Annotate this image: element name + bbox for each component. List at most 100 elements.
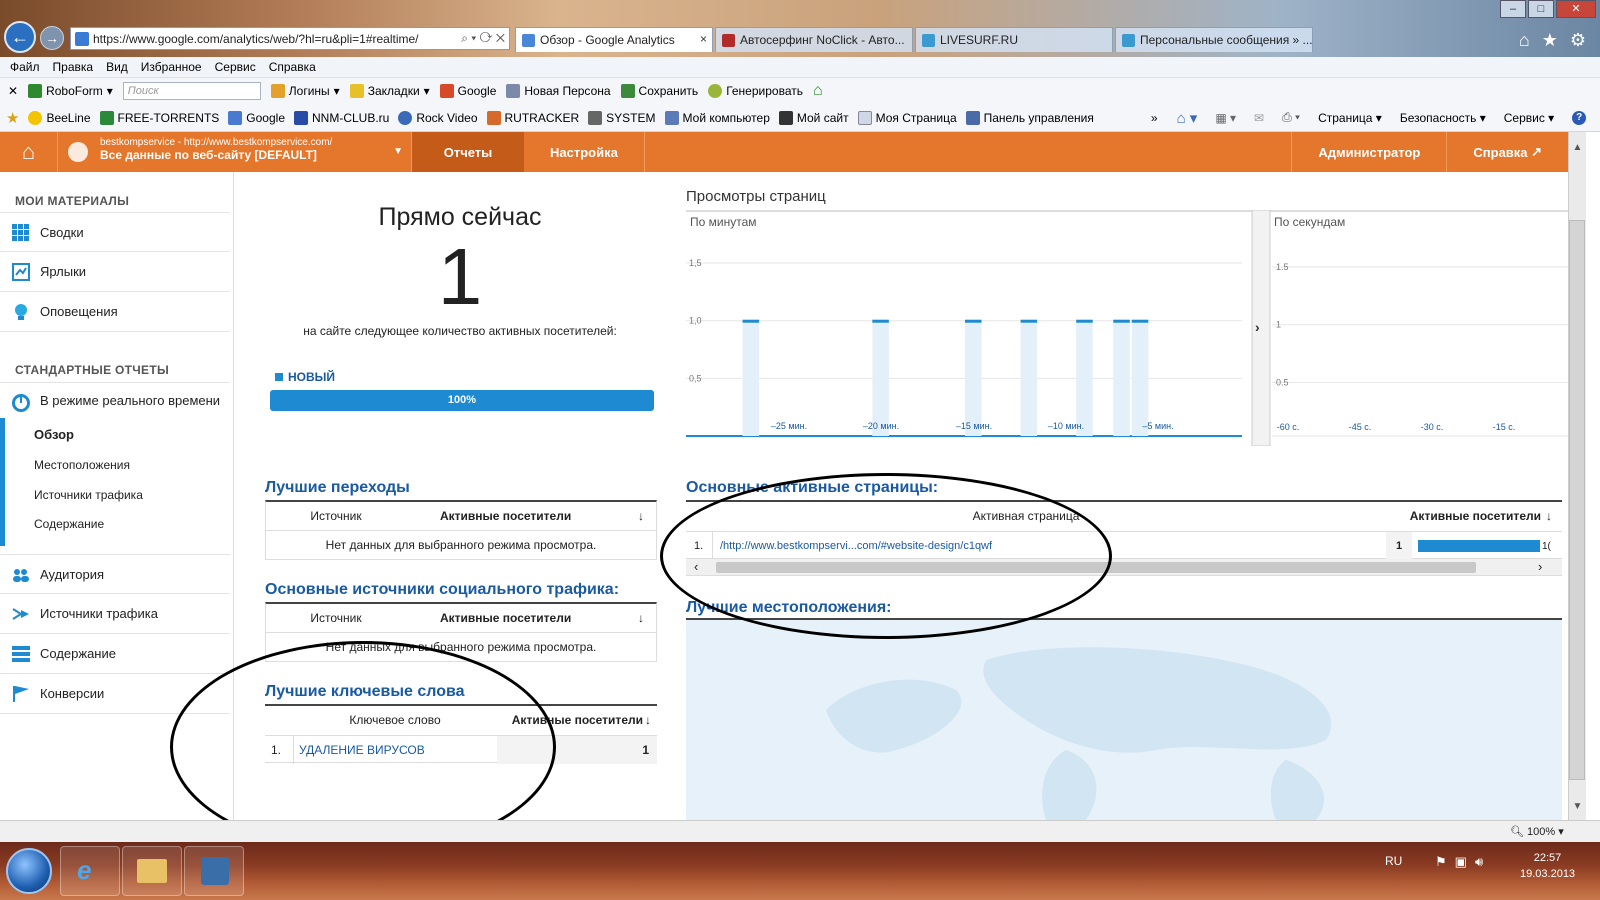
menu-favorites[interactable]: Избранное <box>141 60 202 74</box>
admin-button[interactable]: Администратор <box>1291 132 1446 172</box>
maximize-button[interactable]: □ <box>1528 0 1554 18</box>
tab-noclick[interactable]: Автосерфинг NoClick - Авто... <box>715 27 913 52</box>
tab-close-icon[interactable]: × <box>700 32 707 46</box>
favorites-star-icon[interactable]: ★ <box>6 109 19 127</box>
pageviews-chart: По минутам По секундам › 0,5 1,0 1,5 –25 м… <box>686 210 1570 446</box>
toolbar-search-input[interactable]: Поиск <box>122 82 261 100</box>
taskbar-explorer[interactable] <box>122 846 182 896</box>
tab-analytics[interactable]: Обзор - Google Analytics × <box>515 27 713 52</box>
fav-free-torrents[interactable]: FREE-TORRENTS <box>99 110 219 125</box>
flag-icon[interactable]: ⚑ <box>1435 854 1447 870</box>
col-active-visitors[interactable]: Активные посетители <box>440 502 630 530</box>
back-button[interactable]: ← <box>4 21 36 53</box>
roboform-button[interactable]: RoboForm ▾ <box>28 84 113 98</box>
sidebar-item-content[interactable]: Содержание <box>0 634 230 674</box>
logins-button[interactable]: Логины ▾ <box>270 84 340 98</box>
safety-menu[interactable]: Безопасность ▾ <box>1400 111 1486 125</box>
generate-button[interactable]: Генерировать <box>708 84 803 98</box>
account-selector[interactable]: bestkompservice - http://www.bestkompser… <box>58 132 412 172</box>
fav-my-site[interactable]: Мой сайт <box>778 110 849 125</box>
minimize-button[interactable]: – <box>1500 0 1526 18</box>
sort-down-arrow-icon[interactable]: ↓ <box>1546 502 1560 530</box>
y-tick-label: 1,0 <box>689 316 702 326</box>
sidebar-item-dashboards[interactable]: Сводки <box>0 212 230 252</box>
clock[interactable]: 22:57 19.03.2013 <box>1520 850 1575 882</box>
sidebar-header-my: МОИ МАТЕРИАЛЫ <box>15 194 130 208</box>
sidebar-sub-overview[interactable]: Обзор <box>34 427 74 442</box>
vertical-scroll-thumb[interactable] <box>1569 220 1585 780</box>
volume-icon[interactable]: 🔊︎ <box>1475 854 1483 870</box>
ga-home-icon[interactable]: ⌂ <box>0 132 58 172</box>
new-persona-button[interactable]: Новая Персона <box>506 84 611 98</box>
fav-my-page[interactable]: Моя Страница <box>857 110 957 125</box>
sidebar-item-alerts[interactable]: Оповещения <box>0 292 230 332</box>
fav-control-panel[interactable]: Панель управления <box>965 110 1094 125</box>
bookmarks-button[interactable]: Закладки ▾ <box>349 84 430 98</box>
sidebar-sub-locations[interactable]: Местоположения <box>34 458 130 472</box>
taskbar-ie[interactable]: e <box>60 846 120 896</box>
scroll-up-arrow-icon[interactable]: ▲ <box>1569 142 1586 153</box>
computer-icon <box>664 110 679 125</box>
help-icon[interactable]: ? <box>1572 110 1587 125</box>
sort-down-arrow-icon[interactable]: ↓ <box>638 604 654 632</box>
menu-edit[interactable]: Правка <box>53 60 94 74</box>
home-icon[interactable]: ⌂ <box>1519 30 1530 51</box>
fav-rock-video[interactable]: Rock Video <box>398 110 478 125</box>
menu-file[interactable]: Файл <box>10 60 40 74</box>
zoom-control[interactable]: 🔍︎ 100% ▾ <box>1510 825 1564 838</box>
taskbar-virtualbox[interactable] <box>184 846 244 896</box>
mail-icon[interactable]: ✉ <box>1254 111 1264 125</box>
fav-rutracker[interactable]: RUTRACKER <box>486 110 579 125</box>
sidebar-item-realtime[interactable]: В режиме реального времени <box>0 382 230 418</box>
home-icon[interactable]: ⌂ ▾ <box>1177 109 1198 127</box>
ie-page-icon <box>398 110 413 125</box>
language-indicator[interactable]: RU <box>1385 854 1402 868</box>
menu-view[interactable]: Вид <box>106 60 128 74</box>
fav-system[interactable]: SYSTEM <box>588 110 656 125</box>
sort-down-arrow-icon[interactable]: ↓ <box>645 706 657 734</box>
start-button[interactable] <box>6 848 52 894</box>
fav-nnm-club[interactable]: NNM-CLUB.ru <box>294 110 389 125</box>
sidebar-item-label: Оповещения <box>40 304 118 319</box>
sidebar-item-traffic-sources[interactable]: Источники трафика <box>0 594 230 634</box>
col-active-visitors[interactable]: Активные посетители <box>1386 502 1541 530</box>
google-button[interactable]: Google <box>439 84 496 98</box>
y-tick-label: 0,5 <box>689 373 702 383</box>
menu-help[interactable]: Справка <box>269 60 316 74</box>
sidebar-item-audience[interactable]: Аудитория <box>0 554 230 594</box>
page-menu[interactable]: Страница ▾ <box>1318 111 1382 125</box>
locations-map[interactable] <box>686 620 1562 820</box>
home-small-icon[interactable]: ⌂ <box>813 82 823 100</box>
more-favorites-icon[interactable]: » <box>1151 111 1158 125</box>
network-icon[interactable]: ▣ <box>1455 854 1467 870</box>
rss-icon[interactable]: ▦ ▾ <box>1215 111 1236 125</box>
forward-button[interactable]: → <box>40 26 64 50</box>
tools-menu[interactable]: Сервис ▾ <box>1504 111 1554 125</box>
address-bar[interactable]: https://www.google.com/analytics/web/?hl… <box>70 27 510 50</box>
tab-reports[interactable]: Отчеты <box>412 132 524 172</box>
tab-livesurf[interactable]: LIVESURF.RU <box>915 27 1113 52</box>
print-icon[interactable]: ⎙ ▾ <box>1282 110 1300 125</box>
sidebar-sub-content[interactable]: Содержание <box>34 517 104 531</box>
sidebar-sub-traffic[interactable]: Источники трафика <box>34 488 143 502</box>
save-button[interactable]: Сохранить <box>620 84 698 98</box>
favorites-star-icon[interactable]: ★ <box>1542 30 1558 51</box>
settings-gear-icon[interactable]: ⚙ <box>1570 30 1586 51</box>
help-button[interactable]: Справка ↗ <box>1446 132 1568 172</box>
close-window-button[interactable]: ✕ <box>1556 0 1596 18</box>
scroll-down-arrow-icon[interactable]: ▼ <box>1569 801 1586 812</box>
col-active-visitors[interactable]: Активные посетители <box>440 604 630 632</box>
sidebar-item-shortcuts[interactable]: Ярлыки <box>0 252 230 292</box>
tab-favicon-icon <box>1122 34 1135 47</box>
tab-settings[interactable]: Настройка <box>524 132 645 172</box>
search-refresh-icon[interactable]: ⌕ ▾ ⟳ ✕ <box>461 31 505 46</box>
sort-down-arrow-icon[interactable]: ↓ <box>638 502 654 530</box>
menu-tools[interactable]: Сервис <box>215 60 256 74</box>
fav-my-computer[interactable]: Мой компьютер <box>664 110 770 125</box>
tab-messages[interactable]: Персональные сообщения » ... <box>1115 27 1313 52</box>
fav-google[interactable]: Google <box>228 110 285 125</box>
close-toolbar-icon[interactable]: ✕ <box>8 84 18 98</box>
chart-expand-arrow-icon[interactable]: › <box>1255 319 1260 335</box>
fav-beeline[interactable]: BeeLine <box>28 110 91 125</box>
scroll-right-arrow-icon[interactable]: › <box>1538 559 1542 574</box>
